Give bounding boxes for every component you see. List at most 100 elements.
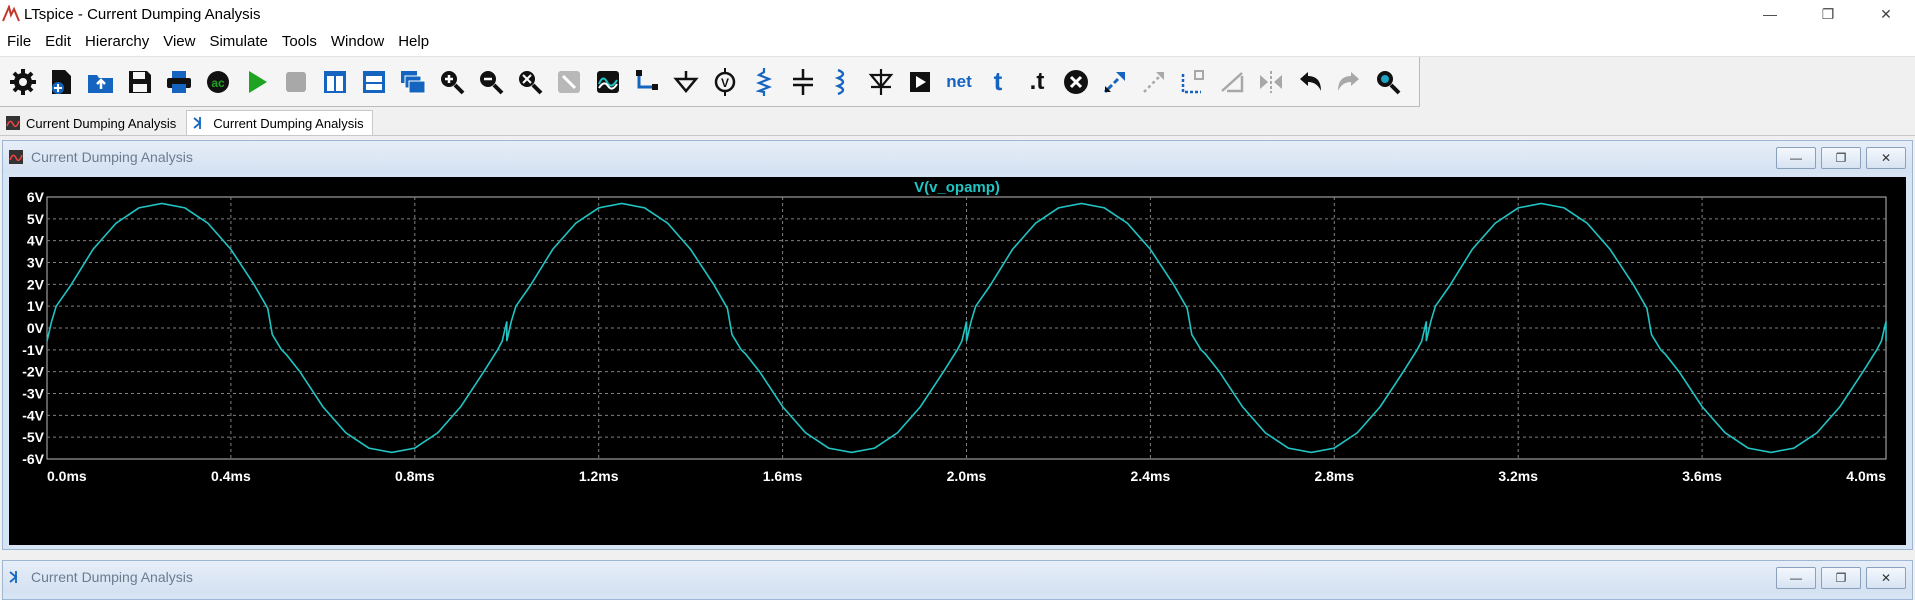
drag-icon[interactable]: [1139, 64, 1169, 100]
mirror2-icon[interactable]: [1256, 64, 1286, 100]
x-tick-label: 1.2ms: [579, 468, 619, 484]
menu-tools[interactable]: Tools: [275, 28, 324, 56]
plot-window-title: Current Dumping Analysis: [31, 149, 193, 165]
move-icon[interactable]: [1100, 64, 1130, 100]
wire-icon[interactable]: [632, 64, 662, 100]
delete-icon[interactable]: [1061, 64, 1091, 100]
find-icon[interactable]: [1373, 64, 1403, 100]
voltage-source-icon[interactable]: V: [710, 64, 740, 100]
svg-text:V: V: [721, 76, 729, 90]
x-tick-label: 1.6ms: [763, 468, 803, 484]
schematic-window-title: Current Dumping Analysis: [31, 569, 193, 585]
x-tick-label: 3.6ms: [1682, 468, 1722, 484]
ground-icon[interactable]: [671, 64, 701, 100]
restore-button[interactable]: ❐: [1799, 0, 1857, 28]
inductor-icon[interactable]: [827, 64, 857, 100]
menu-view[interactable]: View: [156, 28, 202, 56]
component-icon[interactable]: [905, 64, 935, 100]
menu-window[interactable]: Window: [324, 28, 391, 56]
y-tick-label: 4V: [27, 233, 45, 249]
minimize-button[interactable]: —: [1741, 0, 1799, 28]
spice-directive-icon[interactable]: .t: [1022, 64, 1052, 100]
menu-bar: File Edit Hierarchy View Simulate Tools …: [0, 28, 1915, 57]
y-tick-label: -2V: [22, 364, 44, 380]
settings-icon[interactable]: [8, 64, 38, 100]
halt-icon[interactable]: [281, 64, 311, 100]
x-tick-label: 2.8ms: [1314, 468, 1354, 484]
tile-horizontal-icon[interactable]: [359, 64, 389, 100]
y-tick-label: -1V: [22, 342, 44, 358]
y-tick-label: -4V: [22, 407, 44, 423]
text-icon[interactable]: t: [983, 64, 1013, 100]
mirror-icon[interactable]: [1217, 64, 1247, 100]
y-tick-label: 3V: [27, 255, 45, 271]
schematic-minimize-button[interactable]: —: [1776, 567, 1816, 589]
y-tick-label: -6V: [22, 451, 44, 467]
open-icon[interactable]: [86, 64, 116, 100]
ac-label: ac: [211, 76, 225, 90]
zoom-out-icon[interactable]: [476, 64, 506, 100]
title-bar: LTspice - Current Dumping Analysis — ❐ ✕: [0, 0, 1915, 28]
schematic-restore-button[interactable]: ❐: [1821, 567, 1861, 589]
schematic-tab-icon: [193, 117, 202, 129]
y-tick-label: 0V: [27, 320, 45, 336]
y-tick-label: 6V: [27, 189, 45, 205]
menu-simulate[interactable]: Simulate: [202, 28, 274, 56]
print-icon[interactable]: [164, 64, 194, 100]
tab-schematic-label: Current Dumping Analysis: [213, 115, 364, 131]
resistor-icon[interactable]: [749, 64, 779, 100]
waveform-tab-icon: [6, 116, 20, 130]
tab-waveform[interactable]: Current Dumping Analysis: [0, 111, 184, 135]
capacitor-icon[interactable]: [788, 64, 818, 100]
diode-icon[interactable]: [866, 64, 896, 100]
tile-vertical-icon[interactable]: [320, 64, 350, 100]
cascade-icon[interactable]: [398, 64, 428, 100]
waveform-icon[interactable]: [593, 64, 623, 100]
y-tick-label: 5V: [27, 211, 45, 227]
menu-file[interactable]: File: [0, 28, 38, 56]
plot-window-titlebar[interactable]: Current Dumping Analysis: [3, 141, 1912, 173]
schematic-window-icon: [9, 571, 18, 583]
tab-waveform-label: Current Dumping Analysis: [26, 115, 177, 131]
ac-icon[interactable]: ac: [203, 64, 233, 100]
y-tick-label: 1V: [27, 298, 45, 314]
save-icon[interactable]: [125, 64, 155, 100]
y-tick-labels: 6V 5V 4V 3V 2V 1V 0V -1V -2V -3V -4V -5V -6V: [22, 189, 44, 467]
schematic-window: Current Dumping Analysis — ❐ ✕: [2, 560, 1913, 600]
run-icon[interactable]: [242, 64, 272, 100]
schematic-window-titlebar[interactable]: Current Dumping Analysis: [3, 561, 1912, 593]
document-tab-bar: Current Dumping Analysis Current Dumping…: [0, 107, 1915, 136]
x-tick-label: 0.4ms: [211, 468, 251, 484]
zoom-fit-icon[interactable]: [515, 64, 545, 100]
x-tick-label: 4.0ms: [1846, 468, 1886, 484]
window-title: LTspice - Current Dumping Analysis: [24, 5, 261, 23]
x-tick-label: 2.4ms: [1131, 468, 1171, 484]
net-label-icon[interactable]: net: [944, 64, 974, 100]
toolbar: ac V net t .t: [0, 57, 1420, 107]
y-tick-label: -5V: [22, 429, 44, 445]
ltspice-logo-icon: [2, 5, 20, 22]
x-tick-label: 2.0ms: [947, 468, 987, 484]
trace-label[interactable]: V(v_opamp): [914, 179, 1000, 196]
plot-close-button[interactable]: ✕: [1866, 147, 1906, 169]
y-tick-label: 2V: [27, 276, 45, 292]
menu-edit[interactable]: Edit: [38, 28, 78, 56]
schematic-close-button[interactable]: ✕: [1866, 567, 1906, 589]
redo-icon[interactable]: [1334, 64, 1364, 100]
rotate-icon[interactable]: [1178, 64, 1208, 100]
zoom-in-icon[interactable]: [437, 64, 467, 100]
x-tick-labels: 0.0ms 0.4ms 0.8ms 1.2ms 1.6ms 2.0ms 2.4ms 2.8ms…: [47, 468, 1886, 484]
tab-schematic[interactable]: Current Dumping Analysis: [186, 110, 373, 135]
menu-help[interactable]: Help: [391, 28, 436, 56]
plot-minimize-button[interactable]: —: [1776, 147, 1816, 169]
plot-restore-button[interactable]: ❐: [1821, 147, 1861, 169]
menu-hierarchy[interactable]: Hierarchy: [78, 28, 156, 56]
waveform-plot[interactable]: 0.0ms 0.4ms 0.8ms 1.2ms 1.6ms 2.0ms 2.4ms 2.8ms…: [9, 177, 1906, 545]
new-schematic-icon[interactable]: [47, 64, 77, 100]
zoom-full-icon[interactable]: [554, 64, 584, 100]
close-button[interactable]: ✕: [1857, 0, 1915, 28]
undo-icon[interactable]: [1295, 64, 1325, 100]
plot-window: Current Dumping Analysis — ❐ ✕ 0.0ms 0.4m…: [2, 140, 1913, 550]
y-tick-label: -3V: [22, 386, 44, 402]
x-tick-label: 0.0ms: [47, 468, 87, 484]
